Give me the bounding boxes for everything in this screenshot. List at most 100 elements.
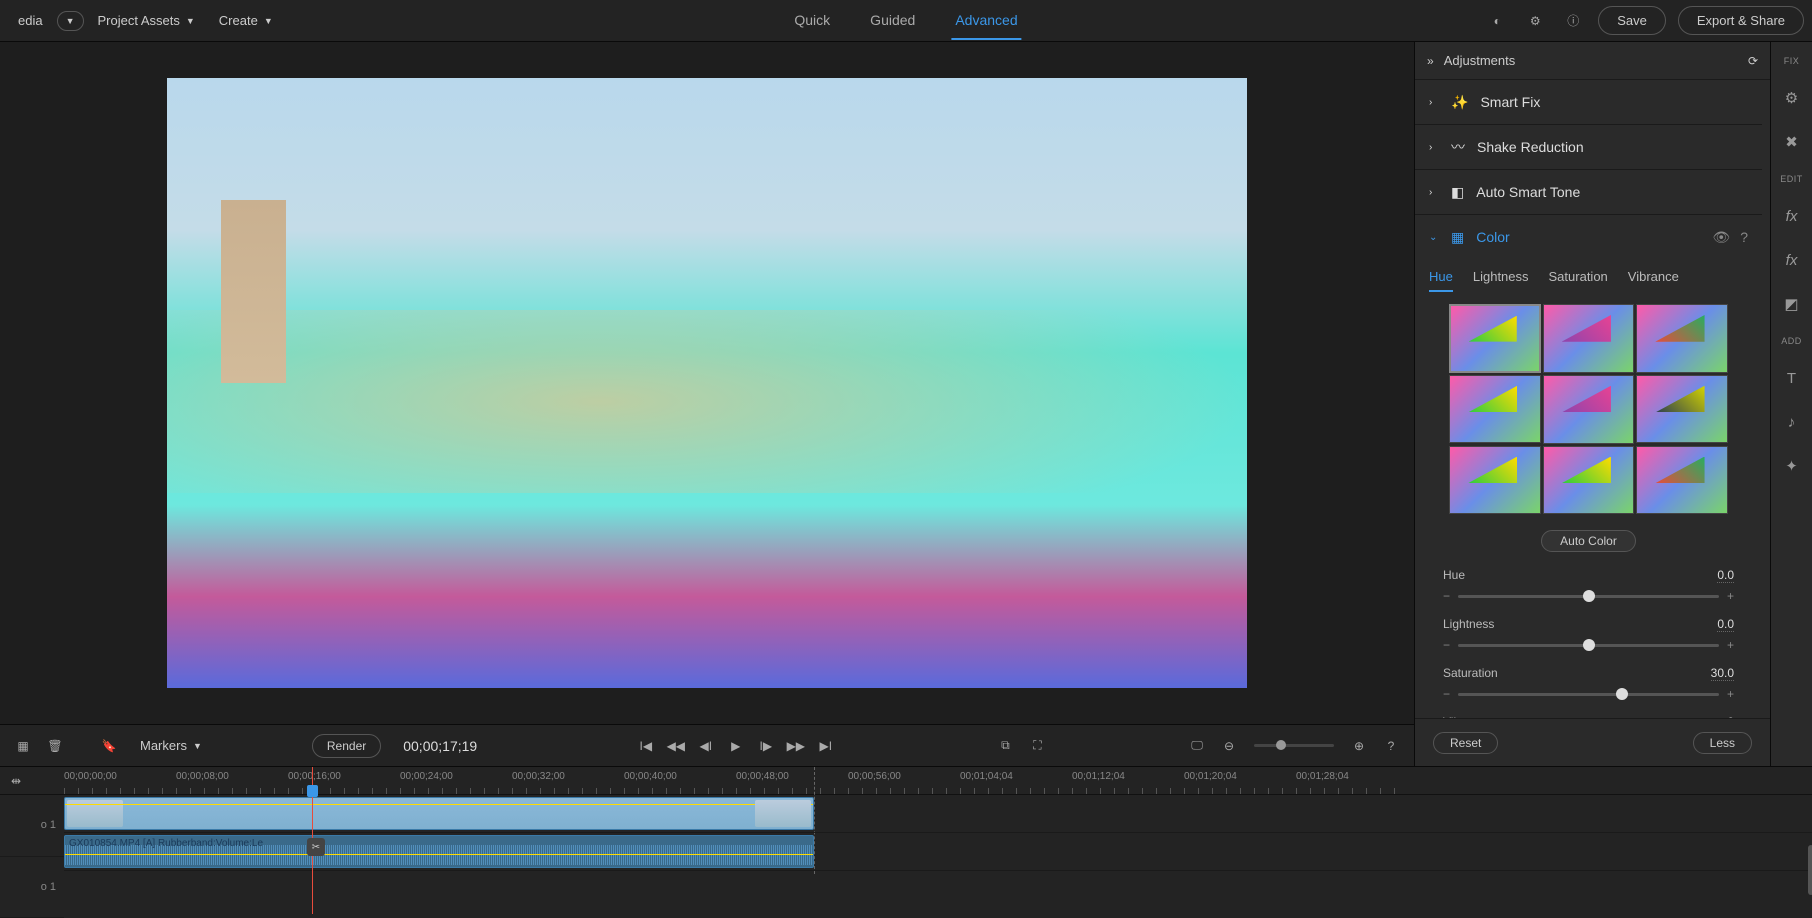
tick-label: 00;01;20;04 [1184,771,1237,782]
hue-preset-3[interactable] [1636,304,1728,373]
minus-icon[interactable]: − [1443,589,1450,603]
hue-preset-7[interactable] [1449,446,1541,515]
plus-icon[interactable]: + [1727,589,1734,603]
zoom-in-icon[interactable]: ⊕ [1348,735,1370,757]
add-media-dropdown[interactable]: ▼ [57,11,84,31]
rail-music-icon[interactable]: ♪ [1780,410,1804,434]
eye-icon[interactable]: 👁 [1712,229,1730,246]
slider-value[interactable]: 0.0 [1717,568,1734,583]
play-icon[interactable]: ▶ [725,735,747,757]
timeline-ruler[interactable]: ⇹ 00;00;00;0000;00;08;0000;00;16;0000;00… [0,767,1812,795]
hue-preset-8[interactable] [1543,446,1635,515]
help-icon[interactable]: ? [1740,229,1748,246]
slider-thumb[interactable] [1616,688,1628,700]
rail-graphics-icon[interactable]: ✦ [1780,454,1804,478]
info-icon[interactable]: ⓘ [1560,8,1586,34]
section-head-shake[interactable]: ›〰Shake Reduction [1415,125,1762,169]
slider-thumb[interactable] [1583,590,1595,602]
section-head-smart-fix[interactable]: ›✨Smart Fix [1415,80,1762,124]
slider-thumb[interactable] [1583,639,1595,651]
rail-fx2-icon[interactable]: fx [1780,248,1804,272]
video-clip[interactable] [64,797,814,830]
hue-preset-6[interactable] [1636,375,1728,444]
tab-lightness[interactable]: Lightness [1473,263,1529,292]
gear-icon[interactable]: ⚙ [1522,8,1548,34]
audio-track[interactable]: GX010854.MP4 [A] Rubberband:Volume:Le ✂ [64,833,1812,871]
audio-clip[interactable]: GX010854.MP4 [A] Rubberband:Volume:Le ✂ [64,835,814,868]
marker-icon[interactable]: 🔖 [98,735,120,757]
section-head-tone[interactable]: ›◧Auto Smart Tone [1415,170,1762,214]
refresh-icon[interactable]: ⟳ [1748,54,1758,68]
video-track-label[interactable]: o 1 [0,795,64,857]
tools-icon[interactable]: ▦ [12,735,34,757]
go-end-icon[interactable]: ▶I [815,735,837,757]
collapse-icon[interactable]: » [1427,54,1434,68]
step-fwd-icon[interactable]: I▶ [755,735,777,757]
help-icon[interactable]: ? [1380,735,1402,757]
slider-value[interactable]: 0.0 [1717,617,1734,632]
tab-saturation[interactable]: Saturation [1549,263,1608,292]
minus-icon[interactable]: − [1443,638,1450,652]
rewind-icon[interactable]: ◀◀ [665,735,687,757]
tab-hue[interactable]: Hue [1429,263,1453,292]
tab-vibrance[interactable]: Vibrance [1628,263,1679,292]
create-menu[interactable]: Create▼ [209,7,283,34]
hue-preset-1[interactable] [1449,304,1541,373]
hue-preset-5[interactable] [1543,375,1635,444]
markers-menu[interactable]: Markers▼ [130,732,212,759]
export-share-button[interactable]: Export & Share [1678,6,1804,35]
section-head-color[interactable]: ⌄▦Color👁? [1415,215,1762,259]
hue-preset-9[interactable] [1636,446,1728,515]
go-start-icon[interactable]: I◀ [635,735,657,757]
hue-preset-grid [1415,292,1762,526]
add-media-menu[interactable]: edia [8,7,53,34]
timecode-display[interactable]: 00;00;17;19 [403,738,477,754]
slider-value[interactable]: 30.0 [1711,666,1734,681]
slider-track[interactable] [1458,595,1719,598]
mode-tab-advanced[interactable]: Advanced [951,2,1021,40]
plus-icon[interactable]: + [1727,638,1734,652]
rail-adjust-icon[interactable]: ⚙ [1780,86,1804,110]
chevron-down-icon: ▼ [193,741,202,751]
slider-track[interactable] [1458,693,1719,696]
clip-label: GX010854.MP4 [A] Rubberband:Volume:Le [69,838,263,849]
less-button[interactable]: Less [1693,732,1752,754]
contrast-icon[interactable]: ◐ [1484,8,1510,34]
minus-icon[interactable]: − [1443,687,1450,701]
project-assets-menu[interactable]: Project Assets▼ [88,7,205,34]
save-button[interactable]: Save [1598,6,1666,35]
reset-button[interactable]: Reset [1433,732,1498,754]
safe-margin-icon[interactable]: ⧉ [994,735,1016,757]
trash-icon[interactable]: 🗑 [44,735,66,757]
topbar-right: ◐ ⚙ ⓘ Save Export & Share [1484,6,1804,35]
timeline-scrollbar[interactable] [1808,845,1812,895]
rail-fx-icon[interactable]: fx [1780,204,1804,228]
audio-track-label[interactable]: o 1 [0,857,64,918]
rail-transition-icon[interactable]: ◩ [1780,292,1804,316]
hue-preset-4[interactable] [1449,375,1541,444]
create-label: Create [219,13,258,28]
render-button[interactable]: Render [312,734,381,758]
tick-label: 00;00;40;00 [624,771,677,782]
slider-track[interactable] [1458,644,1719,647]
scissors-icon[interactable]: ✂ [307,838,325,856]
mode-tab-guided[interactable]: Guided [866,2,919,40]
hue-preset-2[interactable] [1543,304,1635,373]
full-screen-icon[interactable]: ⛶ [1026,735,1048,757]
slider-label: Hue [1443,568,1465,583]
zoom-out-icon[interactable]: ⊖ [1218,735,1240,757]
fast-fwd-icon[interactable]: ▶▶ [785,735,807,757]
rail-text-icon[interactable]: T [1780,366,1804,390]
auto-color-button[interactable]: Auto Color [1541,530,1636,552]
plus-icon[interactable]: + [1727,687,1734,701]
tick-label: 00;00;08;00 [176,771,229,782]
mode-tab-quick[interactable]: Quick [790,2,834,40]
snap-icon[interactable]: ⇹ [8,773,24,789]
fit-monitor-icon[interactable]: 🖵 [1186,735,1208,757]
step-back-icon[interactable]: ◀I [695,735,717,757]
video-preview[interactable] [167,78,1247,688]
video-track[interactable] [64,795,1812,833]
transport-buttons: I◀ ◀◀ ◀I ▶ I▶ ▶▶ ▶I [635,735,837,757]
zoom-slider[interactable] [1254,744,1334,747]
rail-tools-icon[interactable]: ✖ [1780,130,1804,154]
